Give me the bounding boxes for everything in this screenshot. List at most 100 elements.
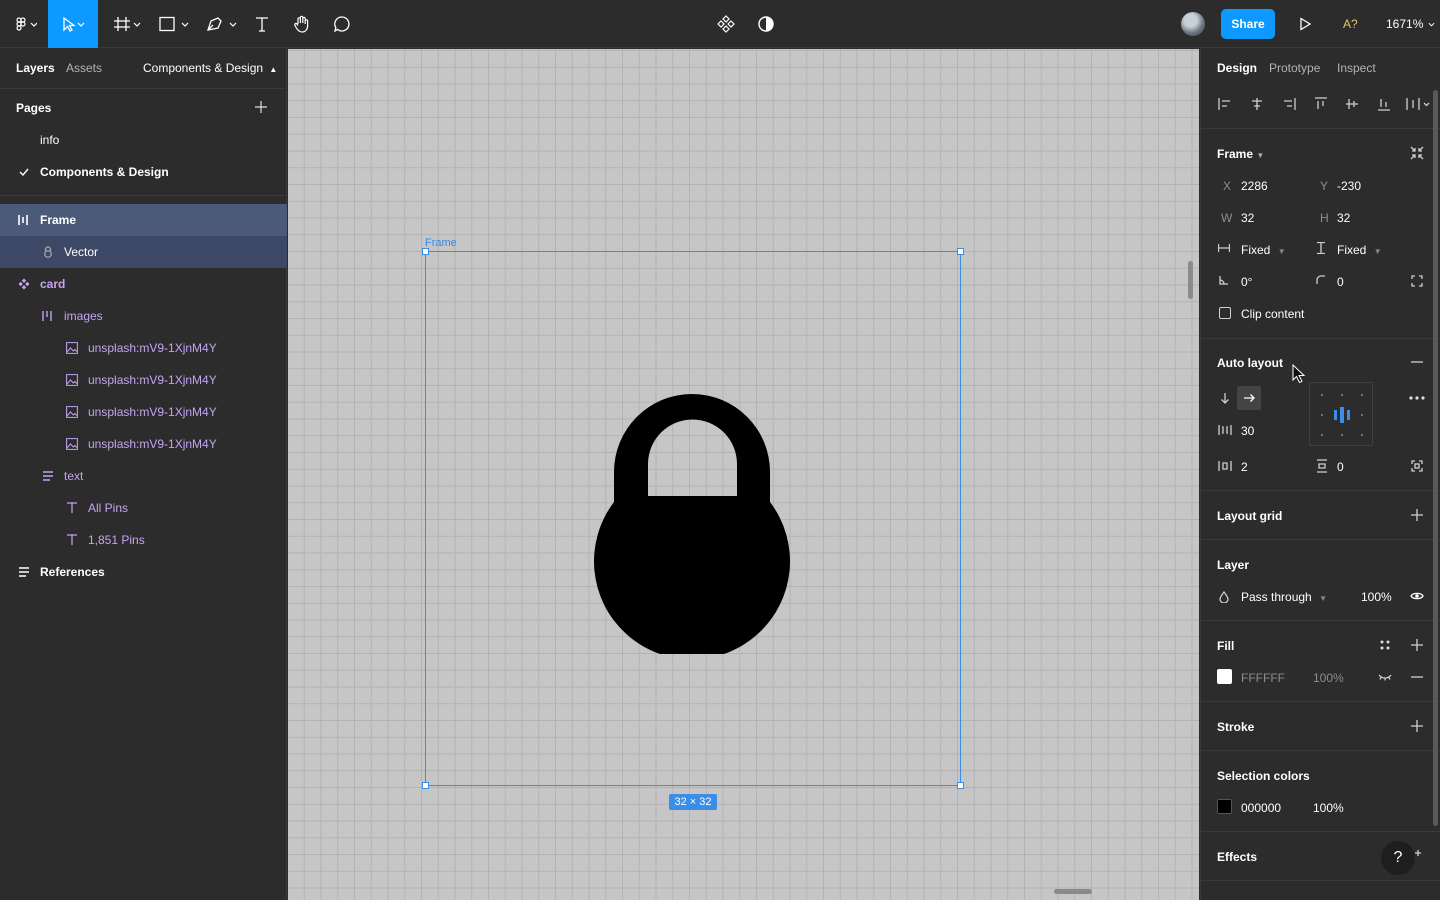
theme-toggle-button[interactable] (752, 0, 780, 48)
canvas[interactable]: Frame 32 × 32 (288, 49, 1199, 900)
add-page-button[interactable] (254, 100, 268, 114)
shape-tool-button[interactable] (152, 0, 192, 48)
page-item-info[interactable]: info (0, 124, 287, 156)
comment-tool-button[interactable] (328, 0, 356, 48)
selection-color-swatch[interactable] (1217, 799, 1232, 814)
vertical-padding-input[interactable]: 0 (1337, 460, 1344, 474)
align-horizontal-center-button[interactable] (1249, 96, 1265, 112)
fill-hex-input[interactable]: FFFFFF (1241, 671, 1285, 685)
chevron-down-icon: ▼ (1373, 247, 1382, 256)
independent-corners-button[interactable] (1409, 273, 1425, 289)
horizontal-resizing-dropdown[interactable]: Fixed ▼ (1241, 243, 1286, 257)
layer-row-text[interactable]: All Pins (0, 492, 287, 524)
direction-horizontal-button[interactable] (1237, 386, 1261, 410)
horizontal-scrollbar[interactable] (1054, 889, 1092, 894)
layer-row-text[interactable]: 1,851 Pins (0, 524, 287, 556)
fill-styles-button[interactable] (1377, 637, 1393, 653)
visibility-toggle[interactable] (1409, 588, 1425, 604)
layer-opacity-input[interactable]: 100% (1361, 590, 1392, 604)
add-stroke-button[interactable] (1409, 718, 1425, 734)
layer-row-image[interactable]: unsplash:mV9-1XjnM4Y (0, 428, 287, 460)
add-effect-button[interactable] (1413, 848, 1427, 862)
layer-label: All Pins (88, 501, 129, 515)
selection-color-hex[interactable]: 000000 (1241, 801, 1281, 815)
add-layout-grid-button[interactable] (1409, 507, 1425, 523)
align-left-button[interactable] (1217, 96, 1233, 112)
lock-vector-icon (41, 245, 55, 259)
alignment-grid[interactable] (1309, 382, 1373, 446)
layer-row-images[interactable]: images (0, 300, 287, 332)
align-top-button[interactable] (1313, 96, 1329, 112)
divider (1201, 128, 1440, 129)
user-avatar[interactable] (1181, 12, 1205, 36)
list-icon (17, 565, 31, 579)
fill-opacity-input[interactable]: 100% (1313, 671, 1344, 685)
pen-tool-button[interactable] (200, 0, 240, 48)
resize-handle-top-right[interactable] (957, 248, 964, 255)
horizontal-padding-input[interactable]: 2 (1241, 460, 1248, 474)
direction-vertical-button[interactable] (1217, 390, 1233, 406)
align-vertical-center-button[interactable] (1344, 96, 1360, 112)
tab-design[interactable]: Design (1217, 61, 1257, 75)
resize-handle-bottom-left[interactable] (422, 782, 429, 789)
individual-padding-button[interactable] (1409, 458, 1425, 474)
help-button[interactable]: ? (1381, 841, 1415, 875)
tab-prototype[interactable]: Prototype (1269, 61, 1320, 75)
layer-row-text-group[interactable]: text (0, 460, 287, 492)
x-input[interactable]: 2286 (1241, 179, 1268, 193)
vertical-scrollbar[interactable] (1188, 261, 1193, 299)
add-fill-button[interactable] (1409, 637, 1425, 653)
missing-fonts-indicator[interactable]: A? (1343, 0, 1358, 48)
components-button[interactable] (712, 0, 740, 48)
vertical-resizing-dropdown[interactable]: Fixed ▼ (1337, 243, 1382, 257)
align-right-button[interactable] (1281, 96, 1297, 112)
panel-scrollbar[interactable] (1433, 90, 1438, 826)
item-spacing-input[interactable]: 30 (1241, 424, 1254, 438)
blend-mode-dropdown[interactable]: Pass through ▼ (1241, 590, 1327, 604)
fill-color-swatch[interactable] (1217, 669, 1232, 684)
corner-radius-input[interactable]: 0 (1337, 275, 1344, 289)
move-tool-button[interactable] (48, 0, 98, 48)
remove-fill-button[interactable] (1409, 669, 1425, 685)
frame-tool-button[interactable] (104, 0, 144, 48)
tab-inspect[interactable]: Inspect (1337, 61, 1376, 75)
arrow-right-icon (1244, 394, 1255, 402)
layer-row-image[interactable]: unsplash:mV9-1XjnM4Y (0, 332, 287, 364)
zoom-value: 1671% (1386, 17, 1424, 31)
fill-visibility-toggle[interactable] (1377, 669, 1393, 685)
rotation-input[interactable]: 0° (1241, 275, 1252, 289)
layer-row-image[interactable]: unsplash:mV9-1XjnM4Y (0, 396, 287, 428)
page-item-components-design[interactable]: Components & Design (0, 156, 287, 188)
main-menu-button[interactable] (0, 0, 48, 48)
remove-auto-layout-button[interactable] (1409, 354, 1425, 370)
padding-icon (1411, 460, 1423, 472)
text-tool-button[interactable] (248, 0, 276, 48)
present-button[interactable] (1292, 0, 1318, 48)
resize-handle-bottom-right[interactable] (957, 782, 964, 789)
distribute-button[interactable] (1405, 96, 1433, 112)
width-input[interactable]: 32 (1241, 211, 1254, 225)
clip-content-checkbox[interactable] (1219, 307, 1231, 319)
layer-row-frame[interactable]: Frame (0, 204, 287, 236)
hand-tool-button[interactable] (288, 0, 316, 48)
layer-row-card[interactable]: card (0, 268, 287, 300)
share-button[interactable]: Share (1221, 9, 1275, 39)
lock-icon[interactable] (594, 384, 791, 654)
list-icon (41, 469, 55, 483)
auto-layout-more-button[interactable] (1407, 390, 1427, 406)
align-bottom-button[interactable] (1376, 96, 1392, 112)
y-input[interactable]: -230 (1337, 179, 1361, 193)
frame-name-label[interactable]: Frame (425, 237, 457, 249)
tab-assets[interactable]: Assets (66, 61, 102, 75)
layer-row-image[interactable]: unsplash:mV9-1XjnM4Y (0, 364, 287, 396)
tab-layers[interactable]: Layers (16, 61, 55, 75)
zoom-dropdown[interactable]: 1671% (1386, 0, 1435, 48)
resize-to-fit-button[interactable] (1409, 145, 1425, 161)
page-switcher[interactable]: Components & Design ▲ (143, 61, 277, 75)
layer-row-vector[interactable]: Vector (0, 236, 287, 268)
height-input[interactable]: 32 (1337, 211, 1350, 225)
frame-section-title[interactable]: Frame ▼ (1217, 147, 1264, 161)
layer-row-references[interactable]: References (0, 556, 287, 588)
selection-color-opacity[interactable]: 100% (1313, 801, 1344, 815)
resize-handle-top-left[interactable] (422, 248, 429, 255)
